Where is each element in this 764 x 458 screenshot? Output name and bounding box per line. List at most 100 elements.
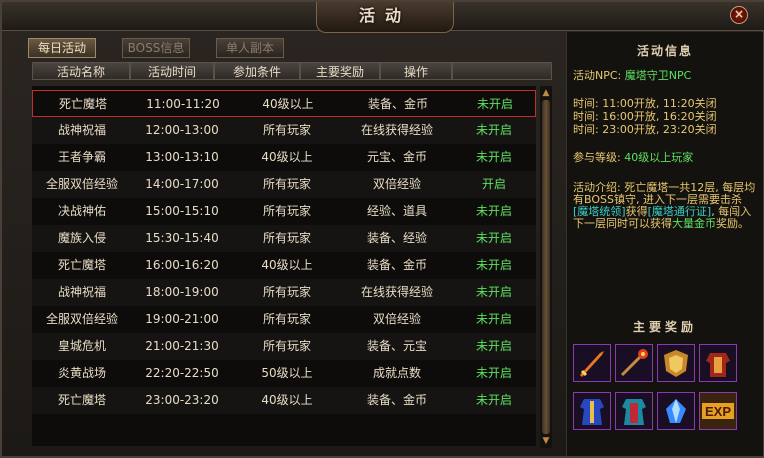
cell-condition: 50级以上 [261,366,313,380]
cell-action[interactable]: 未开启 [452,279,536,306]
table-row[interactable]: 战神祝福 18:00-19:00 所有玩家 在线获得经验 未开启 [32,279,536,306]
cell-condition: 40级以上 [261,393,313,407]
cell-condition: 所有玩家 [262,204,311,218]
reward-slot[interactable] [573,392,611,430]
table-row[interactable]: 炎黄战场 22:20-22:50 50级以上 成就点数 未开启 [32,360,536,387]
npc-name[interactable]: 魔塔守卫NPC [625,69,692,82]
table-row[interactable]: 死亡魔塔 11:00-11:20 40级以上 装备、金币 未开启 [32,90,536,117]
reward-slot[interactable] [615,344,653,382]
cell-time: 19:00-21:00 [145,312,219,326]
cell-action[interactable]: 未开启 [453,91,537,118]
cell-name: 魔族入侵 [57,231,106,245]
column-header-reward: 主要奖励 [300,62,380,80]
table-row[interactable]: 死亡魔塔 16:00-16:20 40级以上 装备、金币 未开启 [32,252,536,279]
cell-time: 21:00-21:30 [145,339,219,353]
scroll-up-icon[interactable]: ▲ [541,88,551,98]
cell-reward: 在线获得经验 [360,123,433,137]
column-header-time: 活动时间 [130,62,214,80]
column-header-blank [452,62,552,80]
cell-name: 战神祝福 [57,285,106,299]
cell-action[interactable]: 未开启 [452,387,536,414]
column-header-condition: 参加条件 [214,62,300,80]
table-row[interactable]: 皇城危机 21:00-21:30 所有玩家 装备、元宝 未开启 [32,333,536,360]
cell-condition: 40级以上 [262,97,314,111]
cell-time: 16:00-16:20 [145,258,219,272]
column-header-name: 活动名称 [32,62,130,80]
intro-text-a: 活动介绍: 死亡魔塔一共12层, 每层均有BOSS镇守, 进入下一层需要击杀 [573,181,756,206]
cell-action[interactable]: 未开启 [452,360,536,387]
cell-name: 王者争霸 [57,150,106,164]
scrollbar[interactable]: ▲ ▼ [540,86,552,448]
cell-reward: 双倍经验 [372,312,421,326]
table-row[interactable]: 全服双倍经验 19:00-21:00 所有玩家 双倍经验 未开启 [32,306,536,333]
npc-label: 活动NPC: [573,69,622,82]
cell-reward: 元宝、金币 [366,150,427,164]
cell-action[interactable]: 未开启 [452,252,536,279]
sword-icon [574,345,610,381]
cell-name: 死亡魔塔 [57,393,106,407]
cell-action[interactable]: 未开启 [452,306,536,333]
cell-reward: 双倍经验 [372,177,421,191]
cell-action[interactable]: 未开启 [452,333,536,360]
cell-condition: 所有玩家 [262,231,311,245]
scroll-down-icon[interactable]: ▼ [541,436,551,446]
cell-action[interactable]: 未开启 [452,117,536,144]
tab-solo-dungeon[interactable]: 单人副本 [216,38,284,58]
cell-time: 15:30-15:40 [145,231,219,245]
table-row[interactable]: 王者争霸 13:00-13:10 40级以上 元宝、金币 未开启 [32,144,536,171]
info-title: 活动信息 [636,44,693,58]
reward-slot[interactable] [573,344,611,382]
cell-name: 全服双倍经验 [45,177,118,191]
reward-slot[interactable] [615,392,653,430]
exp-label: EXP [705,404,731,419]
robe-cyan-icon [616,393,652,429]
cell-time: 15:00-15:10 [145,204,219,218]
table-row[interactable]: 战神祝福 12:00-13:00 所有玩家 在线获得经验 未开启 [32,117,536,144]
cell-name: 皇城危机 [57,339,106,353]
reward-slot[interactable] [657,344,695,382]
column-header-action: 操作 [380,62,452,80]
table-row[interactable]: 魔族入侵 15:30-15:40 所有玩家 装备、经验 未开启 [32,225,536,252]
cell-condition: 所有玩家 [262,177,311,191]
cell-name: 战神祝福 [57,123,106,137]
table-row[interactable]: 全服双倍经验 14:00-17:00 所有玩家 双倍经验 开启 [32,171,536,198]
reward-slot[interactable] [699,344,737,382]
tab-daily[interactable]: 每日活动 [28,38,96,58]
table-row[interactable]: 决战神佑 15:00-15:10 所有玩家 经验、道具 未开启 [32,198,536,225]
cell-name: 死亡魔塔 [57,258,106,272]
activity-list-panel: 每日活动 BOSS信息 单人副本 活动名称 活动时间 参加条件 主要奖励 操作 … [28,32,558,452]
cell-time: 11:00-11:20 [146,97,220,111]
cell-time: 22:20-22:50 [145,366,219,380]
shield-icon [658,345,694,381]
exp-icon: EXP [700,393,736,429]
window-title: 活动 [316,2,454,33]
activity-info-panel: 活动信息 活动NPC: 魔塔守卫NPC 时间: 11:00开放, 11:20关闭… [566,32,763,456]
armor-red-icon [700,345,736,381]
activity-window: 活动 × 每日活动 BOSS信息 单人副本 活动名称 活动时间 参加条件 主要奖… [0,0,764,458]
npc-line: 活动NPC: 魔塔守卫NPC [573,70,757,82]
cell-action[interactable]: 开启 [452,171,536,198]
close-button[interactable]: × [730,6,748,24]
robe-blue-icon [574,393,610,429]
cell-reward: 装备、元宝 [366,339,427,353]
intro-gold: 大量金币 [672,217,716,230]
scrollbar-thumb[interactable] [542,100,550,434]
table-row[interactable]: 死亡魔塔 23:00-23:20 40级以上 装备、金币 未开启 [32,387,536,414]
cell-reward: 装备、金币 [367,97,428,111]
tab-boss-info[interactable]: BOSS信息 [122,38,190,58]
cell-action[interactable]: 未开启 [452,198,536,225]
cell-condition: 所有玩家 [262,312,311,326]
activity-table: 死亡魔塔 11:00-11:20 40级以上 装备、金币 未开启 战神祝福 12… [32,86,536,446]
cell-time: 13:00-13:10 [145,150,219,164]
time-line-2: 时间: 16:00开放, 16:20关闭 [573,110,717,123]
reward-slot[interactable] [657,392,695,430]
cell-action[interactable]: 未开启 [452,225,536,252]
cell-reward: 装备、金币 [366,393,427,407]
rewards-title: 主要奖励 [632,320,697,334]
cell-action[interactable]: 未开启 [452,144,536,171]
reward-slot[interactable]: EXP [699,392,737,430]
cell-reward: 装备、经验 [366,231,427,245]
cell-time: 14:00-17:00 [145,177,219,191]
cell-time: 18:00-19:00 [145,285,219,299]
intro-text-g: 奖励。 [716,217,749,230]
